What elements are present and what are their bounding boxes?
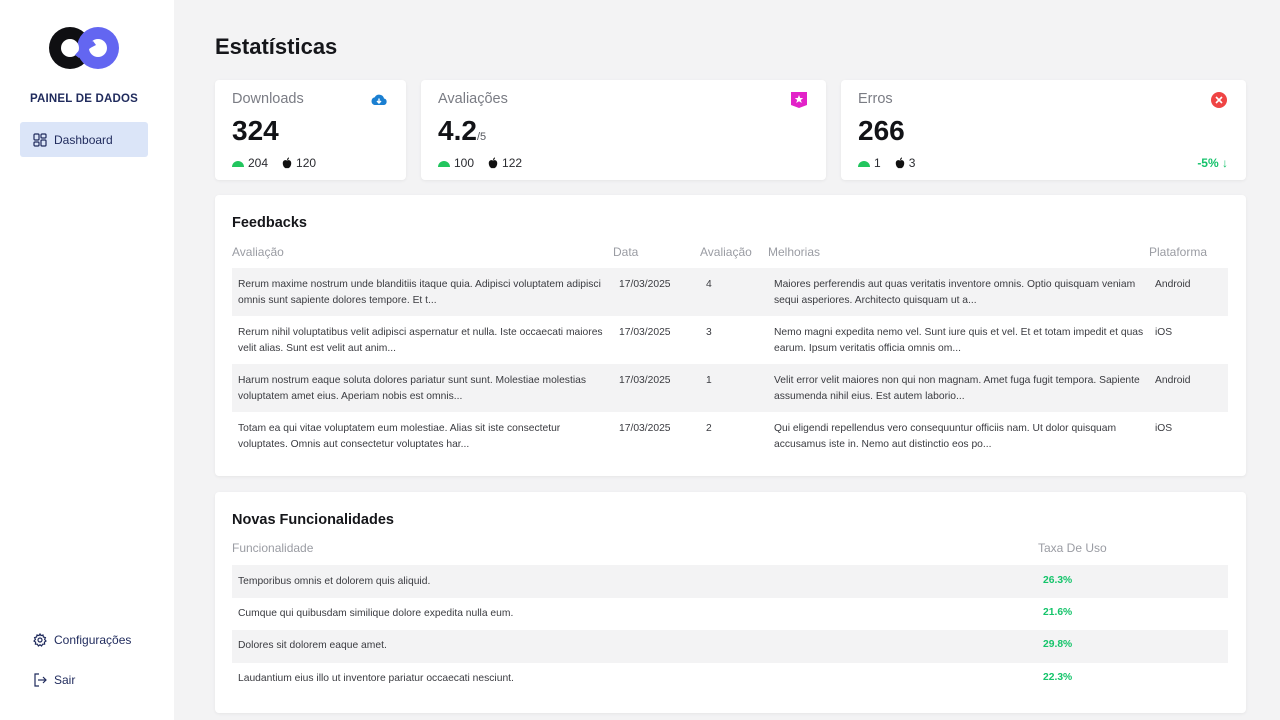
ratings-android: 100 <box>454 156 475 170</box>
feedback-text: Harum nostrum eaque soluta dolores paria… <box>238 375 586 402</box>
cloud-download-icon <box>371 94 387 105</box>
feedback-platform: iOS <box>1155 327 1173 338</box>
feedback-score: 4 <box>706 279 712 290</box>
col-taxa-de-uso: Taxa De Uso <box>1038 541 1107 555</box>
sidebar: PAINEL DE DADOS Dashboard Configurações … <box>0 0 174 720</box>
feedback-platform: Android <box>1155 375 1191 386</box>
feature-rate: 26.3% <box>1043 575 1073 586</box>
downloads-title: Downloads <box>232 91 304 107</box>
feedback-improvement: Velit error velit maiores non qui non ma… <box>774 375 1140 402</box>
android-icon <box>232 161 244 167</box>
errors-platforms: 1 3 <box>858 156 915 170</box>
col-melhorias: Melhorias <box>768 245 821 259</box>
feature-rate: 22.3% <box>1043 672 1073 683</box>
nav-settings[interactable]: Configurações <box>20 622 148 657</box>
feature-rate: 29.8% <box>1043 639 1073 650</box>
col-plataforma: Plataforma <box>1149 245 1208 259</box>
feedback-platform: Android <box>1155 279 1191 290</box>
feature-name: Dolores sit dolorem eaque amet. <box>238 640 387 651</box>
feedbacks-title: Feedbacks <box>232 215 307 231</box>
logout-icon <box>34 672 47 687</box>
apple-icon <box>282 157 292 169</box>
table-row[interactable]: Laudantium eius illo ut inventore pariat… <box>232 663 1228 696</box>
feedback-improvement: Nemo magni expedita nemo vel. Sunt iure … <box>774 327 1144 354</box>
col-avaliacao-score: Avaliação <box>700 245 752 259</box>
feature-rate: 21.6% <box>1043 607 1073 618</box>
feedback-date: 17/03/2025 <box>619 279 671 290</box>
table-row[interactable]: Harum nostrum eaque soluta dolores paria… <box>232 364 1228 412</box>
features-card: Novas Funcionalidades Funcionalidade Tax… <box>215 492 1246 713</box>
star-badge-icon <box>791 92 807 108</box>
feedback-score: 3 <box>706 327 712 338</box>
gear-icon <box>33 632 47 647</box>
ratings-number: 4.2 <box>438 115 477 146</box>
errors-value: 266 <box>858 115 905 146</box>
nav-dashboard-label: Dashboard <box>54 132 113 147</box>
apple-icon <box>895 157 904 169</box>
feature-name: Cumque qui quibusdam similique dolore ex… <box>238 608 514 619</box>
feedback-date: 17/03/2025 <box>619 375 671 386</box>
nav-logout-label: Sair <box>54 672 76 687</box>
table-row[interactable]: Cumque qui quibusdam similique dolore ex… <box>232 598 1228 630</box>
feedback-date: 17/03/2025 <box>619 327 671 338</box>
ratings-suffix: /5 <box>476 131 487 143</box>
downloads-android: 204 <box>248 156 269 170</box>
downloads-value: 324 <box>232 115 279 146</box>
table-row[interactable]: Rerum maxime nostrum unde blanditiis ita… <box>232 268 1228 316</box>
feedback-score: 1 <box>706 375 712 386</box>
feedback-text: Totam ea qui vitae voluptatem eum molest… <box>238 423 561 450</box>
nav-logout[interactable]: Sair <box>20 662 148 697</box>
feedback-improvement: Maiores perferendis aut quas veritatis i… <box>774 279 1136 306</box>
apple-icon <box>488 157 498 169</box>
errors-title: Erros <box>858 91 893 107</box>
errors-card: Erros 266 1 3 -5% ↓ <box>841 80 1246 180</box>
col-data: Data <box>613 245 639 259</box>
ratings-title: Avaliações <box>438 91 508 107</box>
ratings-card: Avaliações 4.2/5 100 122 <box>421 80 826 180</box>
brand-title: PAINEL DE DADOS <box>29 93 138 105</box>
feedback-text: Rerum maxime nostrum unde blanditiis ita… <box>238 279 601 306</box>
error-circle-icon <box>1211 92 1227 108</box>
features-title: Novas Funcionalidades <box>232 512 394 528</box>
col-funcionalidade: Funcionalidade <box>232 541 314 555</box>
errors-android: 1 <box>874 156 881 170</box>
feedback-platform: iOS <box>1155 423 1173 434</box>
page-title: Estatísticas <box>215 34 338 59</box>
ratings-platforms: 100 122 <box>438 156 522 170</box>
ratings-value: 4.2/5 <box>438 115 486 147</box>
feedbacks-card: Feedbacks Avaliação Data Avaliação Melho… <box>215 195 1246 476</box>
android-icon <box>438 161 450 167</box>
table-row[interactable]: Temporibus omnis et dolorem quis aliquid… <box>232 565 1228 598</box>
feedback-date: 17/03/2025 <box>619 423 671 434</box>
col-avaliacao-text: Avaliação <box>232 245 284 259</box>
table-row[interactable]: Dolores sit dolorem eaque amet. 29.8% <box>232 630 1228 663</box>
dashboard-icon <box>33 132 47 147</box>
feature-name: Temporibus omnis et dolorem quis aliquid… <box>238 576 431 587</box>
errors-ios: 3 <box>908 156 916 170</box>
table-row[interactable]: Totam ea qui vitae voluptatem eum molest… <box>232 412 1228 460</box>
feedback-text: Rerum nihil voluptatibus velit adipisci … <box>238 327 603 354</box>
android-icon <box>858 161 870 167</box>
downloads-card: Downloads 324 204 120 <box>215 80 406 180</box>
errors-delta: -5% ↓ <box>1197 156 1228 170</box>
downloads-ios: 120 <box>296 156 317 170</box>
feature-name: Laudantium eius illo ut inventore pariat… <box>238 673 514 684</box>
ratings-ios: 122 <box>502 156 523 170</box>
downloads-platforms: 204 120 <box>232 156 316 170</box>
nav-settings-label: Configurações <box>54 632 132 647</box>
feedback-score: 2 <box>706 423 712 434</box>
nav-dashboard[interactable]: Dashboard <box>20 122 148 157</box>
logo <box>49 27 119 69</box>
table-row[interactable]: Rerum nihil voluptatibus velit adipisci … <box>232 316 1228 364</box>
feedback-improvement: Qui eligendi repellendus vero consequunt… <box>774 423 1117 450</box>
